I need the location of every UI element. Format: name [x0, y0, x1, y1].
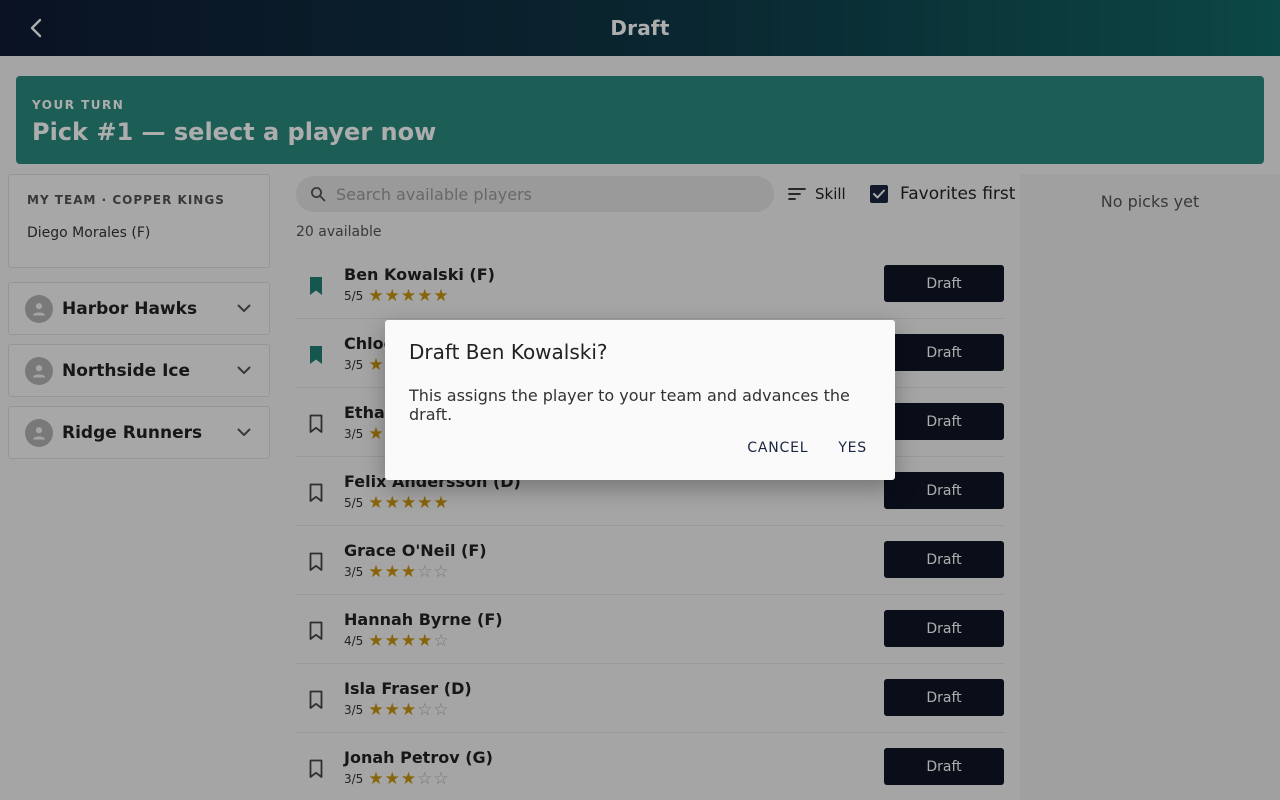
confirm-button[interactable]: YES [834, 434, 871, 462]
dialog-title: Draft Ben Kowalski? [409, 340, 608, 364]
dialog-actions: CANCEL YES [721, 434, 871, 462]
confirm-draft-dialog: Draft Ben Kowalski? This assigns the pla… [385, 320, 895, 480]
dialog-body: This assigns the player to your team and… [409, 386, 850, 424]
cancel-button[interactable]: CANCEL [743, 434, 812, 462]
